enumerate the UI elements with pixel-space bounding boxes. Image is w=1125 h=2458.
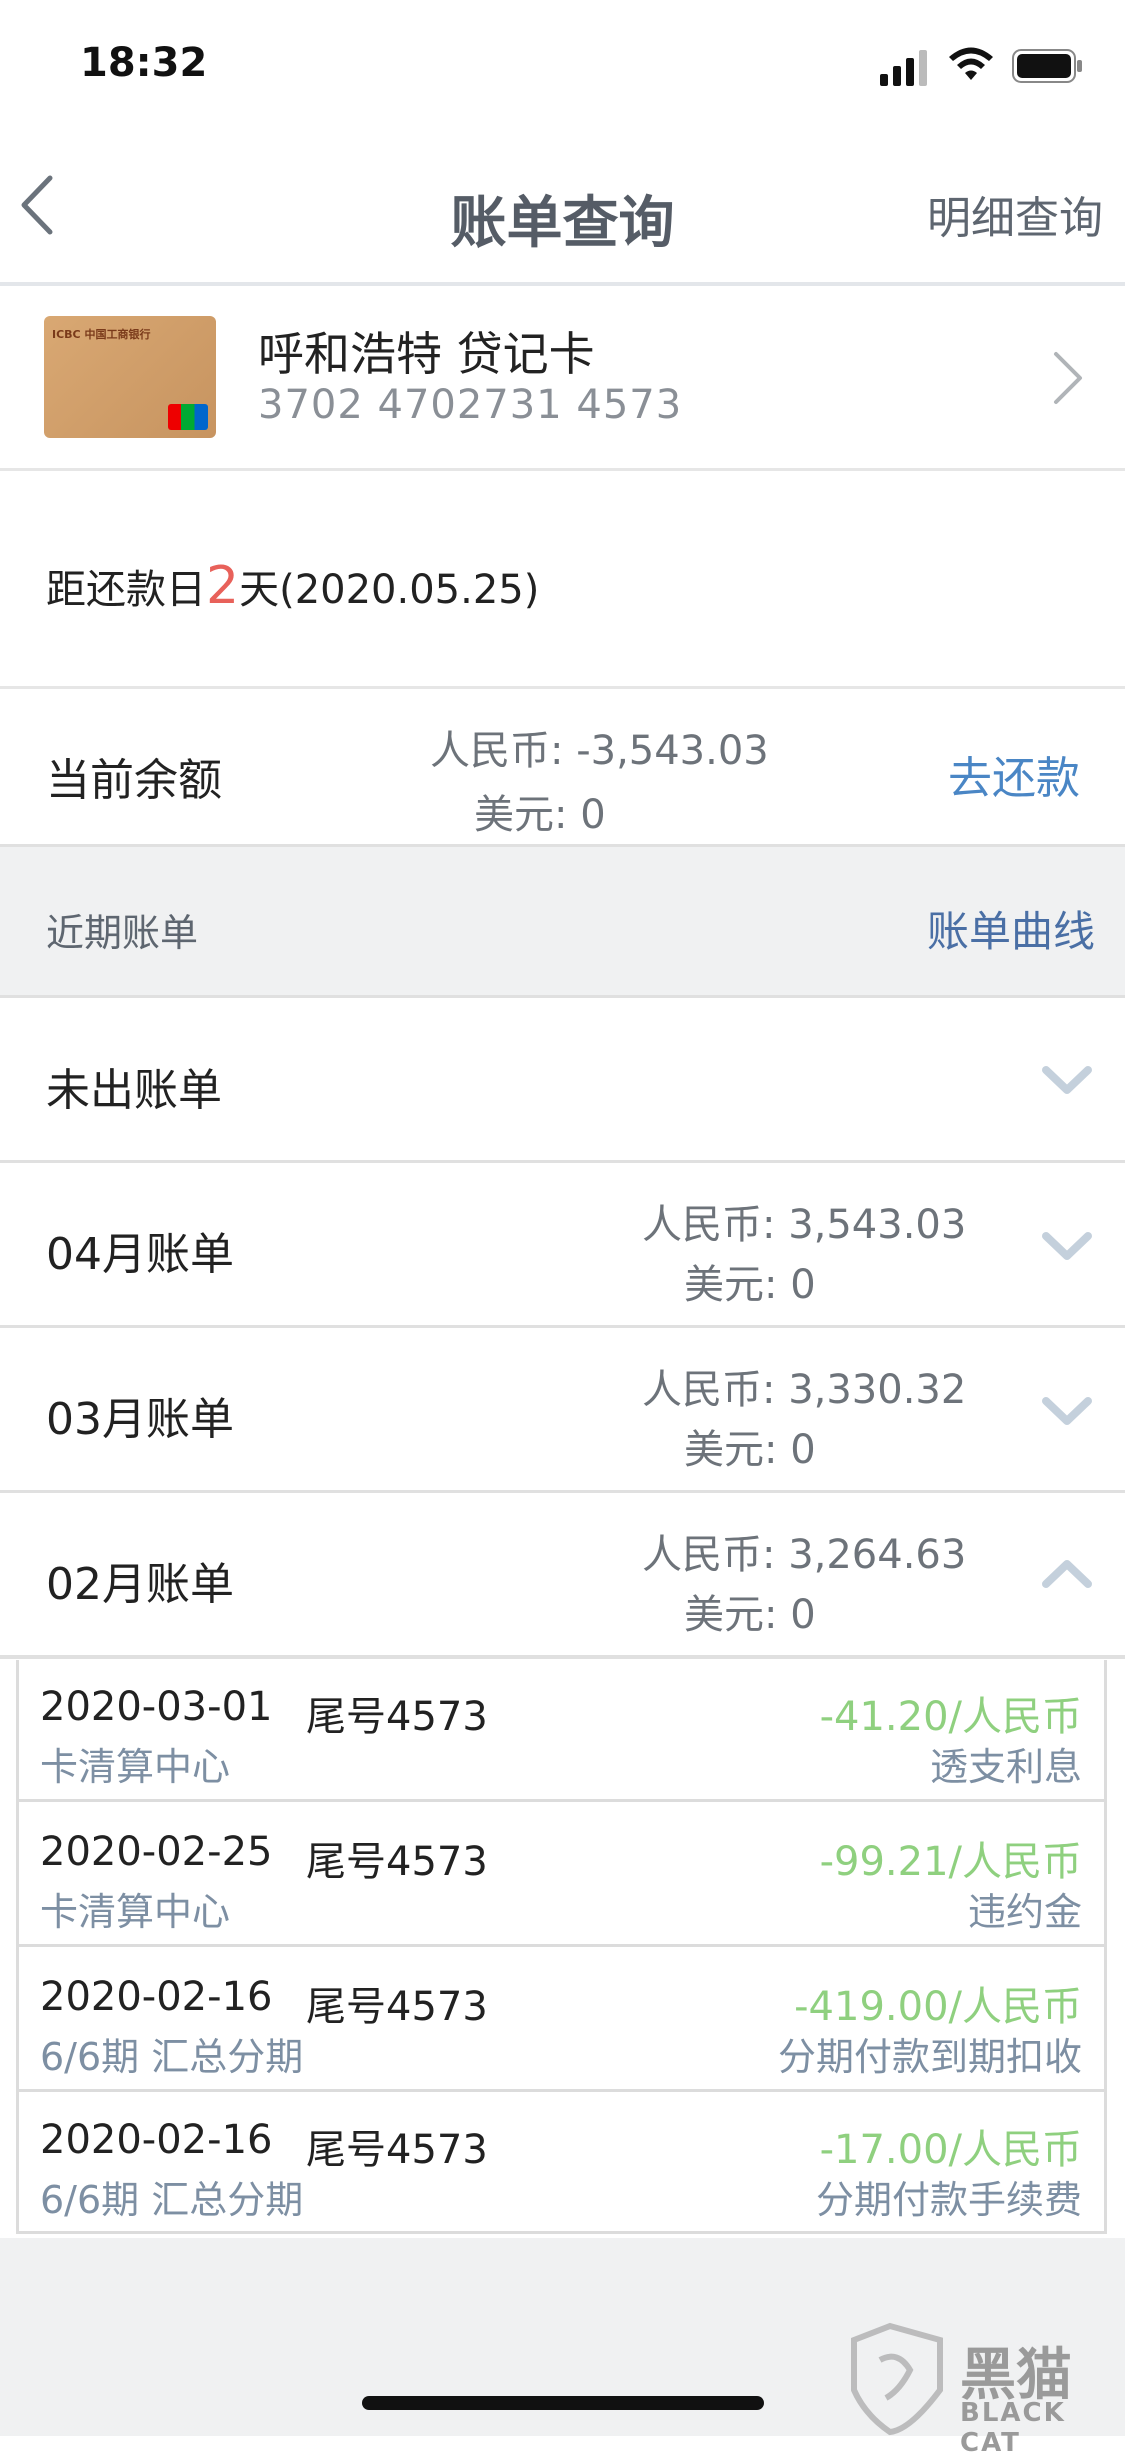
bill-usd: 美元: 0 — [684, 1592, 816, 1638]
chevron-up-icon — [1042, 1560, 1092, 1588]
balance-rmb: 人民币: -3,543.03 — [430, 728, 769, 774]
tx-card: 尾号4573 — [306, 1694, 488, 1740]
tx-amount: -41.20/人民币 — [819, 1694, 1082, 1740]
bank-card-image: ICBC 中国工商银行 — [44, 316, 216, 438]
signal-icon — [880, 50, 927, 86]
tx-date: 2020-02-25 — [40, 1829, 273, 1875]
bill-usd: 美元: 0 — [684, 1427, 816, 1473]
tx-amount: -99.21/人民币 — [819, 1839, 1082, 1885]
card-number: 3702 4702731 4573 — [258, 382, 683, 428]
chevron-down-icon — [1042, 1232, 1092, 1260]
bill-label: 未出账单 — [46, 1065, 222, 1116]
recent-bills-label: 近期账单 — [46, 911, 199, 955]
chevron-down-icon — [1042, 1066, 1092, 1094]
bill-label: 03月账单 — [46, 1394, 234, 1445]
tx-source: 卡清算中心 — [40, 1890, 231, 1934]
tx-amount: -17.00/人民币 — [819, 2127, 1082, 2173]
balance-label: 当前余额 — [46, 755, 222, 806]
bank-logo: ICBC 中国工商银行 — [52, 328, 151, 341]
repay-button[interactable]: 去还款 — [948, 742, 1080, 806]
tx-date: 2020-02-16 — [40, 2117, 273, 2163]
bill-rmb: 人民币: 3,264.63 — [642, 1532, 967, 1578]
tx-source: 6/6期 汇总分期 — [40, 2178, 304, 2222]
tx-card: 尾号4573 — [306, 1984, 488, 2030]
bill-label: 02月账单 — [46, 1559, 234, 1610]
tx-date: 2020-02-16 — [40, 1974, 273, 2020]
chevron-down-icon — [1042, 1397, 1092, 1425]
due-suffix: 天(2020.05.25) — [239, 567, 540, 613]
chevron-right-icon — [1054, 352, 1082, 404]
tx-type: 违约金 — [967, 1890, 1082, 1934]
tx-card: 尾号4573 — [306, 2127, 488, 2173]
bill-curve-button[interactable]: 账单曲线 — [927, 898, 1095, 959]
unionpay-logo — [168, 404, 208, 430]
home-indicator[interactable] — [362, 2396, 764, 2410]
bill-label: 04月账单 — [46, 1229, 234, 1280]
tx-amount: -419.00/人民币 — [794, 1984, 1082, 2030]
bill-rmb: 人民币: 3,330.32 — [642, 1367, 967, 1413]
tx-card: 尾号4573 — [306, 1839, 488, 1885]
detail-query-button[interactable]: 明细查询 — [927, 182, 1103, 246]
tx-source: 6/6期 汇总分期 — [40, 2035, 304, 2079]
status-time: 18:32 — [80, 40, 208, 86]
due-info: 距还款日2天(2020.05.25) — [46, 556, 539, 616]
watermark-subtext: BLACK CAT — [960, 2398, 1066, 2458]
wifi-icon — [949, 47, 993, 80]
tx-date: 2020-03-01 — [40, 1684, 273, 1730]
due-prefix: 距还款日 — [46, 567, 206, 613]
card-name: 呼和浩特 贷记卡 — [258, 327, 595, 381]
due-days: 2 — [206, 556, 240, 616]
bill-usd: 美元: 0 — [684, 1262, 816, 1308]
tx-type: 透支利息 — [929, 1745, 1082, 1789]
tx-type: 分期付款手续费 — [815, 2178, 1082, 2222]
battery-icon — [1012, 49, 1082, 83]
tx-source: 卡清算中心 — [40, 1745, 231, 1789]
bill-rmb: 人民币: 3,543.03 — [642, 1202, 967, 1248]
tx-type: 分期付款到期扣收 — [777, 2035, 1082, 2079]
balance-usd: 美元: 0 — [474, 792, 606, 838]
